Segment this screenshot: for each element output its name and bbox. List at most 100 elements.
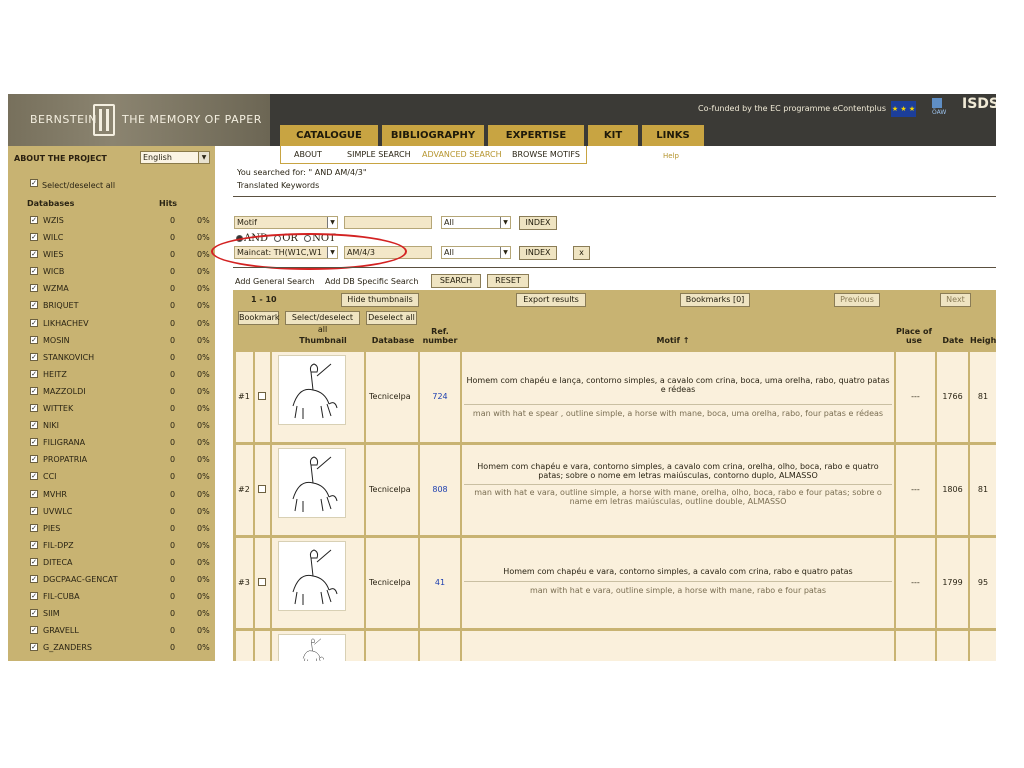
col-ref[interactable]: Ref. number <box>421 327 459 345</box>
database-item[interactable]: ✓ WIES 0 0% <box>30 248 215 265</box>
remove-criterion-button[interactable]: x <box>573 246 590 260</box>
database-item[interactable]: ✓ FIL-CUBA 0 0% <box>30 590 215 607</box>
select-all-checkbox[interactable]: ✓ <box>30 179 38 187</box>
row-checkbox[interactable] <box>258 578 266 586</box>
database-item[interactable]: ✓ PROPATRIA 0 0% <box>30 453 215 470</box>
database-item[interactable]: ✓ GRAVELL 0 0% <box>30 624 215 641</box>
deselect-all-button[interactable]: Deselect all <box>366 311 417 325</box>
index-button-2[interactable]: INDEX <box>519 246 557 260</box>
brand-banner[interactable]: BERNSTEIN THE MEMORY OF PAPER <box>8 94 270 146</box>
database-checkbox[interactable]: ✓ <box>30 335 38 344</box>
database-checkbox[interactable]: ✓ <box>30 609 38 618</box>
database-checkbox[interactable]: ✓ <box>30 438 38 447</box>
ref-number-link[interactable]: 41 <box>420 578 460 587</box>
search-mode-select-2[interactable]: All ▼ <box>441 246 511 259</box>
tab-links[interactable]: LINKS <box>642 125 704 146</box>
database-checkbox[interactable]: ✓ <box>30 404 38 413</box>
about-project-link[interactable]: ABOUT THE PROJECT <box>14 154 107 163</box>
database-checkbox[interactable]: ✓ <box>30 643 38 652</box>
database-checkbox[interactable]: ✓ <box>30 574 38 583</box>
col-height[interactable]: Height <box>970 336 996 345</box>
tab-bibliography[interactable]: BIBLIOGRAPHY <box>382 125 484 146</box>
database-item[interactable]: ✓ CCI 0 0% <box>30 470 215 487</box>
previous-button[interactable]: Previous <box>834 293 880 307</box>
database-item[interactable]: ✓ NIKI 0 0% <box>30 419 215 436</box>
database-checkbox[interactable]: ✓ <box>30 557 38 566</box>
database-checkbox[interactable]: ✓ <box>30 386 38 395</box>
database-checkbox[interactable]: ✓ <box>30 506 38 515</box>
next-button[interactable]: Next <box>940 293 971 307</box>
add-general-search-link[interactable]: Add General Search <box>235 277 315 286</box>
watermark-thumbnail[interactable] <box>278 355 346 425</box>
col-motif[interactable]: Motif ↑ <box>633 336 713 345</box>
subnav-about[interactable]: ABOUT <box>294 150 322 159</box>
database-item[interactable]: ✓ HEITZ 0 0% <box>30 368 215 385</box>
database-item[interactable]: ✓ DITECA 0 0% <box>30 556 215 573</box>
database-item[interactable]: ✓ STANKOVICH 0 0% <box>30 351 215 368</box>
help-link[interactable]: Help <box>663 152 679 160</box>
database-checkbox[interactable]: ✓ <box>30 540 38 549</box>
watermark-thumbnail[interactable] <box>278 541 346 611</box>
search-field-select-1[interactable]: Motif ▼ <box>234 216 338 229</box>
database-checkbox[interactable]: ✓ <box>30 250 38 259</box>
database-checkbox[interactable]: ✓ <box>30 626 38 635</box>
row-checkbox[interactable] <box>258 485 266 493</box>
subnav-simple-search[interactable]: SIMPLE SEARCH <box>347 150 411 159</box>
database-checkbox[interactable]: ✓ <box>30 523 38 532</box>
database-item[interactable]: ✓ MVHR 0 0% <box>30 488 215 505</box>
database-item[interactable]: ✓ G_ZANDERS 0 0% <box>30 641 215 658</box>
search-mode-select-1[interactable]: All ▼ <box>441 216 511 229</box>
subnav-advanced-search[interactable]: ADVANCED SEARCH <box>422 150 502 159</box>
database-item[interactable]: ✓ SIIM 0 0% <box>30 607 215 624</box>
hide-thumbnails-button[interactable]: Hide thumbnails <box>341 293 419 307</box>
database-item[interactable]: ✓ FILIGRANA 0 0% <box>30 436 215 453</box>
database-checkbox[interactable]: ✓ <box>30 472 38 481</box>
export-results-button[interactable]: Export results <box>516 293 586 307</box>
database-checkbox[interactable]: ✓ <box>30 216 38 224</box>
database-item[interactable]: ✓ PIES 0 0% <box>30 522 215 539</box>
search-term-input-1[interactable] <box>344 216 432 229</box>
database-item[interactable]: ✓ WZMA 0 0% <box>30 282 215 299</box>
language-select[interactable]: English ▼ <box>140 151 210 164</box>
database-item[interactable]: ✓ WITTEK 0 0% <box>30 402 215 419</box>
tab-kit[interactable]: KIT <box>588 125 638 146</box>
database-checkbox[interactable]: ✓ <box>30 267 38 276</box>
database-item[interactable]: ✓ WZIS 0 0% <box>30 214 215 231</box>
bookmark-button[interactable]: Bookmark <box>238 311 280 325</box>
tab-expertise[interactable]: EXPERTISE <box>488 125 584 146</box>
database-checkbox[interactable]: ✓ <box>30 318 38 327</box>
database-item[interactable]: ✓ UVWLC 0 0% <box>30 505 215 522</box>
reset-button[interactable]: RESET <box>487 274 529 288</box>
database-checkbox[interactable]: ✓ <box>30 233 38 242</box>
row-checkbox[interactable] <box>258 392 266 400</box>
database-item[interactable]: ✓ DGCPAAC-GENCAT 0 0% <box>30 573 215 590</box>
bookmarks-button[interactable]: Bookmarks [0] <box>680 293 750 307</box>
database-item[interactable]: ✓ LIKHACHEV 0 0% <box>30 317 215 334</box>
select-all-results-button[interactable]: Select/deselect all <box>285 311 360 334</box>
add-db-search-link[interactable]: Add DB Specific Search <box>325 277 418 286</box>
database-checkbox[interactable]: ✓ <box>30 352 38 361</box>
database-item[interactable]: ✓ BRIQUET 0 0% <box>30 299 215 316</box>
oeaw-logo-icon[interactable]: ÖAW <box>932 98 952 120</box>
subnav-browse-motifs[interactable]: BROWSE MOTIFS <box>512 150 580 159</box>
database-item[interactable]: ✓ WILC 0 0% <box>30 231 215 248</box>
ref-number-link[interactable]: 724 <box>420 392 460 401</box>
database-checkbox[interactable]: ✓ <box>30 455 38 464</box>
database-checkbox[interactable]: ✓ <box>30 489 38 498</box>
watermark-thumbnail[interactable] <box>278 448 346 518</box>
isds-logo[interactable]: ISDS <box>962 96 996 112</box>
database-checkbox[interactable]: ✓ <box>30 369 38 378</box>
index-button-1[interactable]: INDEX <box>519 216 557 230</box>
translated-keywords-link[interactable]: Translated Keywords <box>237 181 319 190</box>
database-checkbox[interactable]: ✓ <box>30 284 38 293</box>
database-item[interactable]: ✓ MAZZOLDI 0 0% <box>30 385 215 402</box>
database-checkbox[interactable]: ✓ <box>30 421 38 430</box>
database-checkbox[interactable]: ✓ <box>30 592 38 601</box>
col-date[interactable]: Date <box>937 336 969 345</box>
database-checkbox[interactable]: ✓ <box>30 301 38 310</box>
search-button[interactable]: SEARCH <box>431 274 481 288</box>
database-item[interactable]: ✓ WICB 0 0% <box>30 265 215 282</box>
ref-number-link[interactable]: 808 <box>420 485 460 494</box>
database-item[interactable]: ✓ MOSIN 0 0% <box>30 334 215 351</box>
tab-catalogue[interactable]: CATALOGUE <box>280 125 378 146</box>
